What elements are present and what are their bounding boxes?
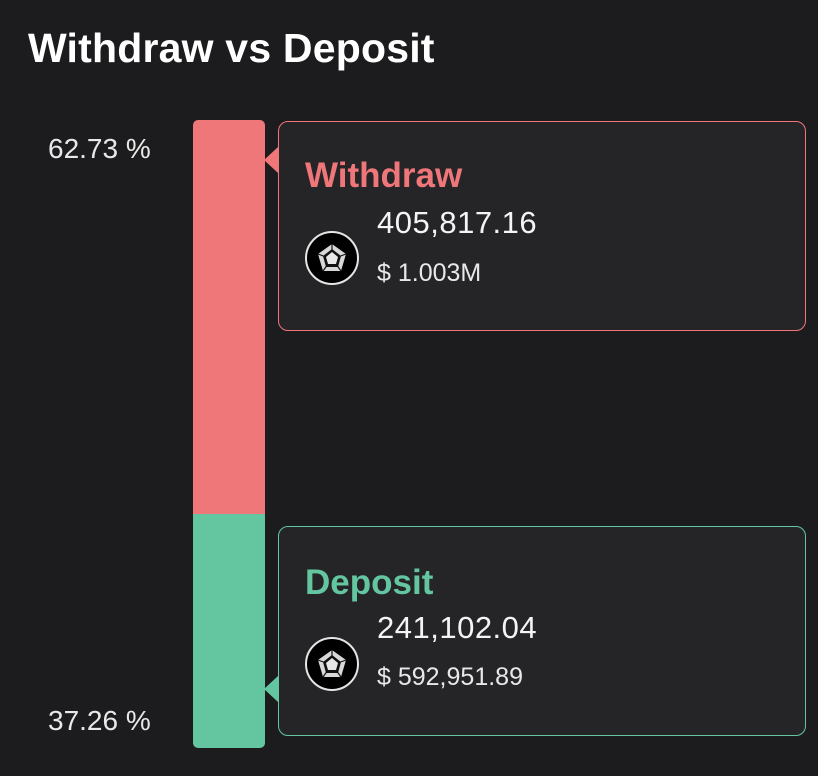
withdraw-usd-value: $ 1.003M: [377, 259, 482, 287]
stacked-bar: [193, 120, 265, 748]
withdraw-percent-label: 62.73 %: [48, 133, 151, 164]
withdraw-card-label: Withdraw: [305, 156, 463, 195]
deposit-card-pointer: [264, 676, 278, 702]
deposit-usd-value: $ 592,951.89: [377, 663, 523, 691]
deposit-percent-label: 37.26 %: [48, 705, 151, 736]
deposit-bar-segment[interactable]: [193, 513, 265, 748]
deposit-card[interactable]: Deposit 241,102.04 $ 592,951.89: [278, 526, 806, 736]
withdraw-bar-segment[interactable]: [193, 120, 265, 514]
withdraw-amount: 405,817.16: [377, 205, 538, 240]
deposit-amount: 241,102.04: [377, 610, 538, 645]
deposit-card-label: Deposit: [305, 563, 434, 602]
chart-title: Withdraw vs Deposit: [28, 25, 435, 71]
pentagon-token-icon: [305, 637, 359, 691]
pentagon-token-icon: [305, 231, 359, 285]
withdraw-card[interactable]: Withdraw 405,817.16 $ 1.003M: [278, 121, 806, 331]
withdraw-card-pointer: [264, 147, 278, 173]
